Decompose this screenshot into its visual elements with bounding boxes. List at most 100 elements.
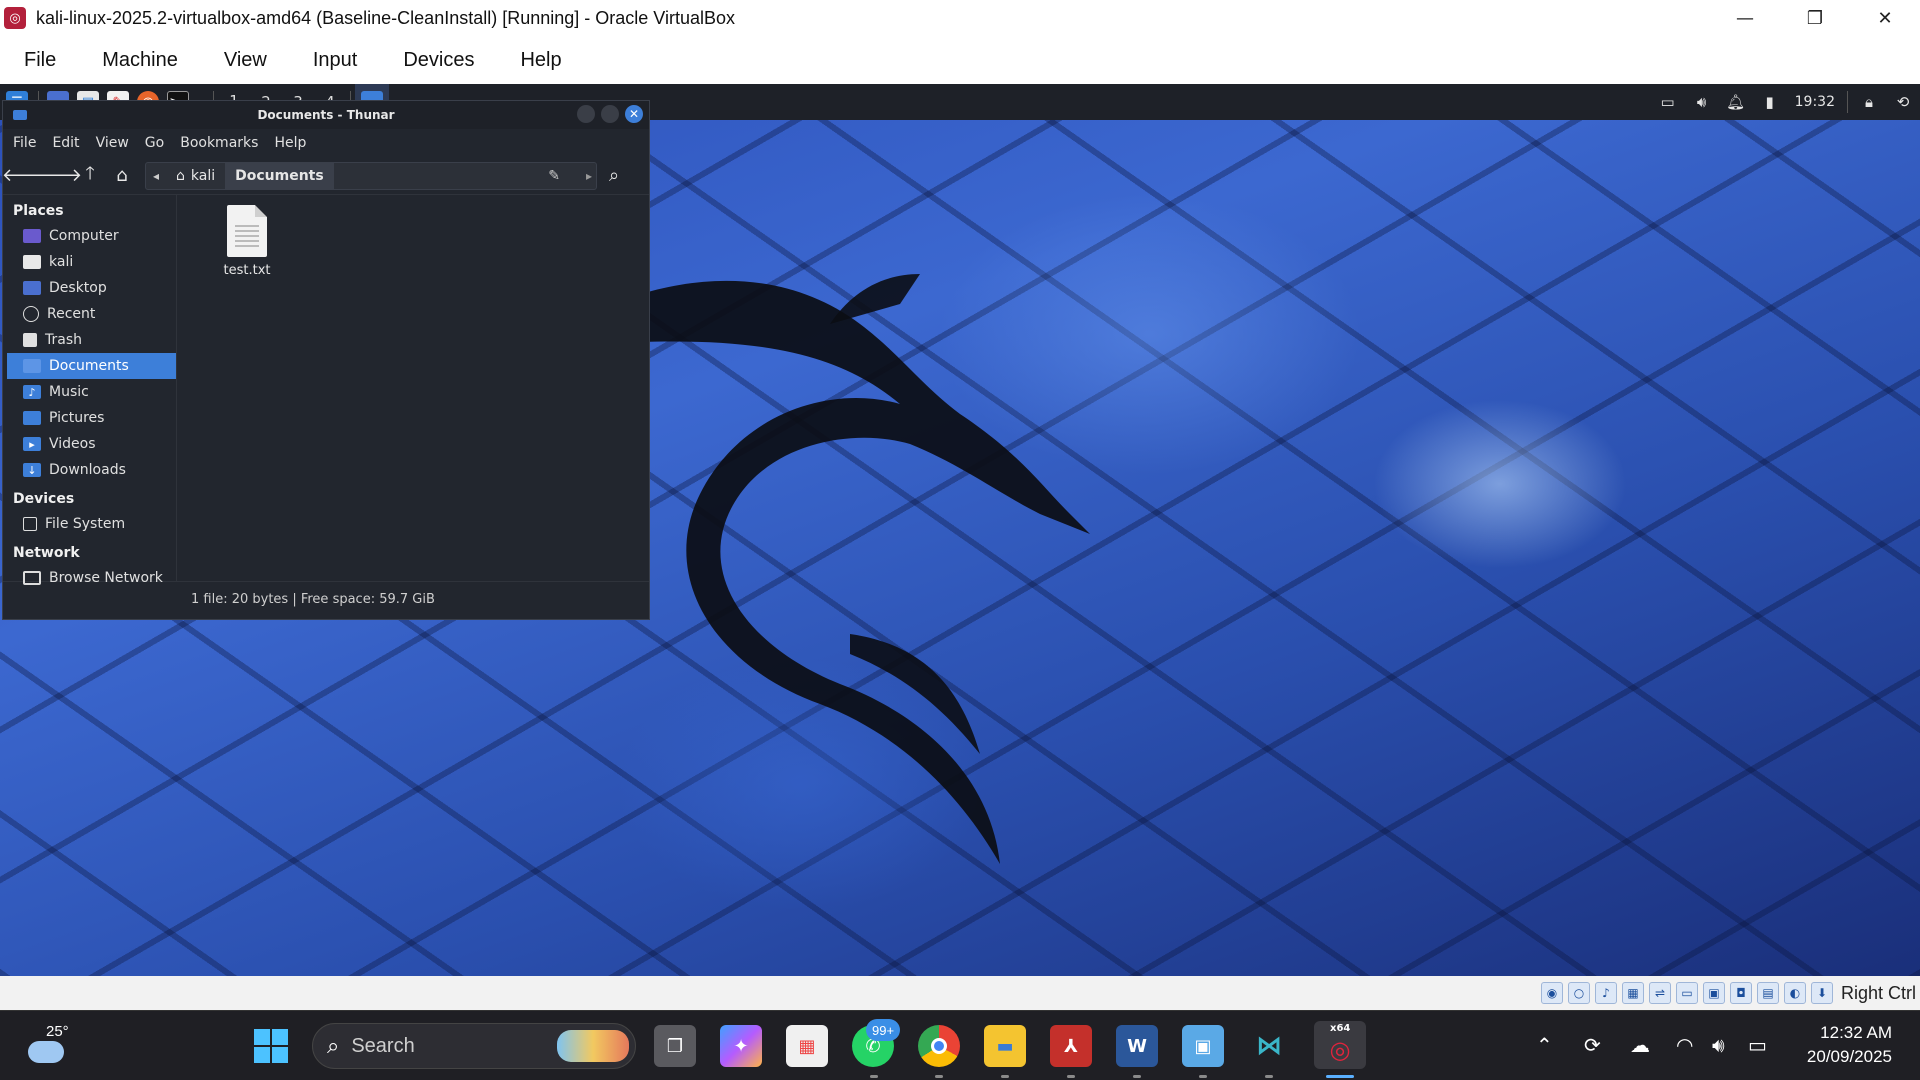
- running-indicator: [935, 1075, 943, 1078]
- sidebar-item-kali[interactable]: kali: [3, 249, 176, 275]
- search-icon: ⌕: [609, 165, 620, 186]
- sidebar-item-pictures[interactable]: Pictures: [3, 405, 176, 431]
- wifi-icon[interactable]: ◠: [1676, 1033, 1693, 1057]
- menu-help[interactable]: Help: [520, 49, 561, 72]
- network-adapter-icon[interactable]: ▦: [1621, 982, 1644, 1004]
- sidebar-item-file-system[interactable]: File System: [3, 511, 176, 537]
- panel-clock[interactable]: 19:32: [1787, 84, 1843, 120]
- file-explorer-button[interactable]: ▬: [984, 1025, 1026, 1067]
- start-button[interactable]: [250, 1025, 292, 1067]
- volume-icon[interactable]: 🔊︎: [1685, 84, 1719, 120]
- screen-icon[interactable]: ▭: [1651, 84, 1685, 120]
- maximize-button[interactable]: ❐: [1780, 0, 1850, 36]
- host-key-label: Right Ctrl: [1840, 982, 1916, 1003]
- breadcrumb-documents[interactable]: Documents: [225, 162, 334, 189]
- recording-icon[interactable]: ◘: [1729, 982, 1752, 1004]
- thunar-menu-help[interactable]: Help: [274, 135, 306, 151]
- sidebar-item-label: Videos: [49, 436, 96, 452]
- clock-date: 20/09/2025: [1806, 1047, 1892, 1066]
- microsoft-store-button[interactable]: ▦: [786, 1025, 828, 1067]
- path-scroll-left-icon[interactable]: ◂: [146, 169, 166, 183]
- forward-button[interactable]: 🡒: [34, 163, 82, 189]
- hard-disk-icon[interactable]: ◉: [1540, 982, 1563, 1004]
- home-icon: ⌂: [176, 167, 185, 184]
- minimize-button[interactable]: —: [1710, 0, 1780, 36]
- sidebar-item-documents[interactable]: Documents: [7, 353, 176, 379]
- menu-input[interactable]: Input: [313, 49, 357, 72]
- usb-icon[interactable]: ⇌: [1648, 982, 1671, 1004]
- battery-icon[interactable]: ▮: [1753, 84, 1787, 120]
- thunar-title: Documents - Thunar: [257, 108, 395, 122]
- virtualbox-taskbar-button[interactable]: x64 ◎: [1314, 1021, 1366, 1069]
- sidebar-item-computer[interactable]: Computer: [3, 223, 176, 249]
- file-view[interactable]: test.txt: [177, 195, 649, 581]
- sidebar-item-videos[interactable]: ▸ Videos: [3, 431, 176, 457]
- up-button[interactable]: 🡑: [77, 163, 103, 189]
- chevron-up-icon[interactable]: ⌃: [1536, 1033, 1553, 1057]
- sidebar-item-recent[interactable]: Recent: [3, 301, 176, 327]
- cpu-icon[interactable]: ▤: [1756, 982, 1779, 1004]
- menu-machine[interactable]: Machine: [102, 49, 178, 72]
- virtualbox-icon: ◎: [1329, 1036, 1351, 1064]
- path-scroll-right-icon[interactable]: ▸: [586, 169, 592, 183]
- edit-location-icon[interactable]: ✎: [548, 168, 560, 184]
- battery-icon[interactable]: ▭: [1748, 1033, 1767, 1057]
- drive-icon: [23, 517, 37, 531]
- thunar-maximize-button[interactable]: [601, 105, 619, 123]
- acrobat-button[interactable]: ⅄: [1050, 1025, 1092, 1067]
- thunar-close-button[interactable]: ✕: [625, 105, 643, 123]
- acrobat-icon: ⅄: [1064, 1035, 1078, 1057]
- breadcrumb-kali[interactable]: ⌂ kali: [166, 163, 225, 189]
- menu-devices[interactable]: Devices: [403, 49, 474, 72]
- optical-drive-icon[interactable]: ○: [1567, 982, 1590, 1004]
- menu-view[interactable]: View: [224, 49, 267, 72]
- file-item[interactable]: test.txt: [205, 205, 289, 278]
- copilot-button[interactable]: ✦: [720, 1025, 762, 1067]
- menu-file[interactable]: File: [24, 49, 56, 72]
- thunar-menu-bookmarks[interactable]: Bookmarks: [180, 135, 258, 151]
- logout-icon[interactable]: ⟲: [1886, 84, 1920, 120]
- remote-desktop-button[interactable]: ▣: [1182, 1025, 1224, 1067]
- mouse-integration-icon[interactable]: ◐: [1783, 982, 1806, 1004]
- active-indicator: [1326, 1075, 1354, 1078]
- window-title: kali-linux-2025.2-virtualbox-amd64 (Base…: [36, 7, 735, 28]
- keyboard-capture-icon[interactable]: ⬇: [1810, 982, 1833, 1004]
- lock-icon[interactable]: 🔒︎: [1852, 84, 1886, 120]
- taskbar-search[interactable]: ⌕ Search: [312, 1023, 636, 1069]
- sidebar-item-browse-network[interactable]: Browse Network: [3, 565, 176, 591]
- display-icon[interactable]: ▣: [1702, 982, 1725, 1004]
- running-indicator: [870, 1075, 878, 1078]
- close-button[interactable]: ✕: [1850, 0, 1920, 36]
- breadcrumb-kali-label: kali: [190, 167, 216, 184]
- search-button[interactable]: ⌕: [609, 165, 619, 186]
- speaker-icon[interactable]: 🔊︎: [1712, 1033, 1725, 1057]
- chrome-button[interactable]: [918, 1025, 960, 1067]
- thunar-menu-go[interactable]: Go: [145, 135, 164, 151]
- audio-icon[interactable]: ♪: [1594, 982, 1617, 1004]
- sync-icon[interactable]: ⟳: [1584, 1033, 1601, 1057]
- notification-bell-icon[interactable]: 🔔︎: [1719, 84, 1753, 120]
- sidebar-item-trash[interactable]: Trash: [3, 327, 176, 353]
- vscode-button[interactable]: ⋈: [1248, 1025, 1290, 1067]
- taskbar-clock[interactable]: 12:32 AM 20/09/2025: [1807, 1021, 1892, 1069]
- onedrive-icon[interactable]: ☁: [1630, 1033, 1650, 1057]
- thunar-menu-edit[interactable]: Edit: [52, 135, 79, 151]
- thunar-titlebar[interactable]: Documents - Thunar ✕: [3, 101, 649, 129]
- home-button[interactable]: ⌂: [109, 163, 135, 189]
- sidebar-item-music[interactable]: ♪ Music: [3, 379, 176, 405]
- location-bar[interactable]: ◂ ⌂ kali Documents ✎ ▸: [145, 161, 597, 190]
- sidebar-item-desktop[interactable]: Desktop: [3, 275, 176, 301]
- network-icon: [23, 571, 41, 585]
- weather-widget[interactable]: 25°: [24, 1023, 84, 1069]
- panel-separator: [1847, 91, 1848, 113]
- thunar-sidebar: Places Computer kali Desktop Recent Tras…: [3, 195, 177, 586]
- word-button[interactable]: W: [1116, 1025, 1158, 1067]
- thunar-menu-view[interactable]: View: [96, 135, 129, 151]
- sidebar-header-devices: Devices: [13, 491, 75, 507]
- task-view-button[interactable]: ❐: [654, 1025, 696, 1067]
- thunar-minimize-button[interactable]: [577, 105, 595, 123]
- guest-screen[interactable]: ☰ ▭ ▤ ✎ ◉ >_ ▾ 1 2 3 4 ▭ ▭ 🔊︎: [0, 84, 1920, 976]
- shared-folders-icon[interactable]: ▭: [1675, 982, 1698, 1004]
- sidebar-item-downloads[interactable]: ↓ Downloads: [3, 457, 176, 483]
- thunar-menu-file[interactable]: File: [13, 135, 36, 151]
